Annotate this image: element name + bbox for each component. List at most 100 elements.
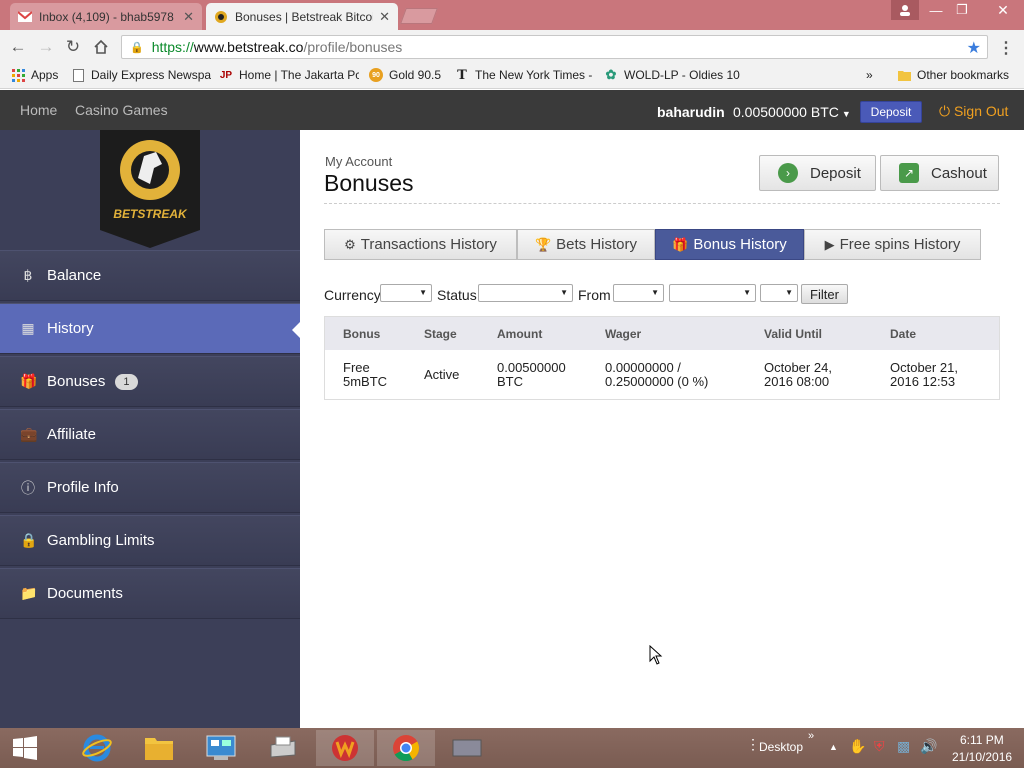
logo-text: BETSTREAK <box>113 207 188 221</box>
sidebar-item-history[interactable]: ▦ History <box>0 303 301 354</box>
gold-icon: 90 <box>369 68 383 82</box>
filter-button[interactable]: Filter <box>801 284 848 304</box>
deposit-icon: › <box>778 163 798 183</box>
new-tab-button[interactable] <box>400 8 438 24</box>
sidebar-item-affiliate[interactable]: 💼 Affiliate <box>0 409 300 460</box>
restore-icon[interactable]: ❐ <box>946 0 978 20</box>
account-sidebar: BETSTREAK ฿ Balance ▦ History 🎁 Bonuses … <box>0 130 301 728</box>
clock-date[interactable]: 21/10/2016 <box>952 750 1012 764</box>
balance-value: 0.00500000 BTC <box>733 104 839 120</box>
header-deposit-button[interactable]: Deposit <box>860 101 922 123</box>
sidebar-item-balance[interactable]: ฿ Balance <box>0 250 300 301</box>
folder-icon: 📁 <box>20 585 38 601</box>
sidebar-item-bonuses[interactable]: 🎁 Bonuses 1 <box>0 356 300 407</box>
toolbar-overflow-icon[interactable]: » <box>808 730 814 742</box>
column-header: Date <box>890 327 917 341</box>
cell-line: October 21, <box>890 360 958 375</box>
balance-dropdown[interactable]: 0.00500000 BTC ▼ <box>733 104 851 120</box>
bookmark-label: Other bookmarks <box>917 68 1010 82</box>
winamp-icon[interactable] <box>316 730 374 766</box>
tray-hand-icon[interactable]: ✋ <box>849 738 866 755</box>
sidebar-item-gambling-limits[interactable]: 🔒 Gambling Limits <box>0 515 300 566</box>
bookmark-nyt[interactable]: T The New York Times - <box>455 68 593 82</box>
chevron-down-icon: ▼ <box>651 288 659 297</box>
tab-free-spins-history[interactable]: ▶ Free spins History <box>804 229 981 260</box>
address-bar[interactable]: 🔒 https://www.betstreak.co/profile/bonus… <box>121 35 988 59</box>
nav-home-link[interactable]: Home <box>20 102 57 118</box>
deposit-label: Deposit <box>810 164 861 182</box>
tray-shield-icon[interactable]: ⛨ <box>874 738 885 755</box>
home-icon[interactable] <box>90 36 112 58</box>
close-icon[interactable]: ✕ <box>379 9 390 25</box>
tab-bonus-history[interactable]: 🎁 Bonus History <box>655 229 804 260</box>
column-header: Valid Until <box>764 327 823 341</box>
from-year-select[interactable]: ▼ <box>760 284 798 302</box>
nav-casino-link[interactable]: Casino Games <box>75 102 168 118</box>
deposit-button[interactable]: › Deposit <box>759 155 876 191</box>
cell-line: 2016 08:00 <box>764 374 830 389</box>
column-header: Stage <box>424 327 457 341</box>
cell-line: 5mBTC <box>343 374 388 389</box>
toolbar-grip-icon: ⋮ <box>746 736 760 752</box>
bookmark-label: Gold 90.5 <box>389 68 442 82</box>
chrome-icon[interactable] <box>377 730 435 766</box>
sidebar-item-label: Balance <box>47 267 102 284</box>
from-label: From <box>578 287 611 303</box>
sign-out-link[interactable]: ⏻ Sign Out <box>939 103 1008 120</box>
browser-tab-betstreak[interactable]: Bonuses | Betstreak Bitcoi ✕ <box>206 3 398 30</box>
control-panel-icon[interactable] <box>192 730 250 766</box>
scanner-icon[interactable] <box>254 730 312 766</box>
from-month-select[interactable]: ▼ <box>669 284 756 302</box>
file-explorer-icon[interactable] <box>130 730 188 766</box>
sidebar-item-label: History <box>47 320 94 337</box>
currency-select[interactable]: ▼ <box>380 284 432 302</box>
url-host: www.betstreak.co <box>193 39 304 55</box>
betstreak-logo[interactable]: BETSTREAK <box>100 130 200 248</box>
forward-icon[interactable]: → <box>35 36 57 58</box>
show-hidden-icons-icon[interactable]: ▲ <box>829 742 838 752</box>
user-profile-icon[interactable] <box>891 0 919 20</box>
bookmark-label: The New York Times - <box>475 68 593 82</box>
caret-down-icon: ▼ <box>841 109 851 119</box>
close-icon[interactable]: ✕ <box>183 9 194 25</box>
tab-bets-history[interactable]: 🏆 Bets History <box>517 229 655 260</box>
chevron-down-icon: ▼ <box>743 288 751 297</box>
volume-icon[interactable]: 🔊 <box>920 738 937 755</box>
cell-line: Free <box>343 360 370 375</box>
sidebar-item-label: Gambling Limits <box>47 532 155 549</box>
bookmark-wold[interactable]: ✿ WOLD-LP - Oldies 10 <box>604 68 740 82</box>
bookmark-gold[interactable]: 90 Gold 90.5 <box>369 68 449 82</box>
tab-title: Bonuses | Betstreak Bitcoi <box>235 9 374 24</box>
bookmark-apps[interactable]: Apps <box>11 68 71 82</box>
cashout-button[interactable]: ↗ Cashout <box>880 155 999 191</box>
tab-transactions-history[interactable]: ⚙ Transactions History <box>324 229 517 260</box>
bookmark-daily-express[interactable]: Daily Express Newspa <box>71 68 211 82</box>
nyt-icon: T <box>457 68 467 82</box>
windows-start-icon[interactable] <box>0 730 50 766</box>
bookmark-jakarta-post[interactable]: JP Home | The Jakarta Pc <box>219 68 359 82</box>
browser-menu-icon[interactable]: ⋮ <box>998 38 1014 58</box>
desktop-toolbar[interactable]: Desktop <box>759 740 803 754</box>
back-icon[interactable]: ← <box>7 36 29 58</box>
tray-network-icon[interactable]: ▩ <box>897 738 910 755</box>
status-select[interactable]: ▼ <box>478 284 573 302</box>
browser-tab-gmail[interactable]: Inbox (4,109) - bhab5978 ✕ <box>10 3 202 30</box>
cell-line: BTC <box>497 374 523 389</box>
bookmark-label: Home | The Jakarta Pc <box>239 68 359 82</box>
site-navbar: Home Casino Games baharudin 0.00500000 B… <box>0 90 1024 130</box>
sidebar-item-documents[interactable]: 📁 Documents <box>0 568 300 619</box>
bookmark-star-icon[interactable]: ★ <box>967 38 981 58</box>
media-player-icon[interactable] <box>438 730 496 766</box>
reload-icon[interactable]: ↻ <box>62 36 84 58</box>
from-day-select[interactable]: ▼ <box>613 284 664 302</box>
sidebar-item-label: Documents <box>47 585 123 602</box>
currency-label: Currency <box>324 287 381 303</box>
internet-explorer-icon[interactable] <box>68 730 126 766</box>
sidebar-item-profile-info[interactable]: ⓘ Profile Info <box>0 462 300 513</box>
bookmarks-overflow-icon[interactable]: » <box>866 68 873 82</box>
other-bookmarks[interactable]: Other bookmarks <box>897 68 1022 82</box>
browser-titlebar: Inbox (4,109) - bhab5978 ✕ Bonuses | Bet… <box>0 0 1024 30</box>
cell-line: 0.25000000 (0 %) <box>605 374 709 389</box>
window-close-icon[interactable]: ✕ <box>982 0 1024 20</box>
clock-time[interactable]: 6:11 PM <box>960 733 1004 747</box>
